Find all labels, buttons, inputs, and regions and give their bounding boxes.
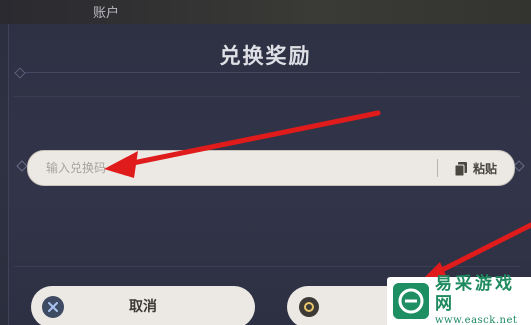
cancel-label: 取消 — [129, 299, 157, 315]
account-tab-label[interactable]: 账户 — [93, 2, 119, 21]
watermark-title: 易采游戏网 — [435, 274, 515, 314]
watermark-logo-icon — [393, 283, 429, 319]
input-divider — [437, 159, 438, 177]
dialog-title: 兑换奖励 — [219, 44, 312, 68]
cancel-button[interactable]: 取消 — [31, 286, 255, 325]
redeem-code-input[interactable] — [46, 151, 446, 185]
content-bottom-line — [14, 266, 520, 267]
clipboard-icon — [454, 161, 467, 177]
watermark-url: www.easck.net — [435, 315, 518, 325]
site-watermark: 易采游戏网 www.easck.net — [387, 274, 531, 325]
game-ui-screen: 账户 兑换奖励 粘贴 取消 — [0, 0, 531, 325]
circle-icon — [299, 297, 319, 317]
paste-label: 粘贴 — [472, 161, 497, 176]
title-divider-line — [14, 72, 520, 73]
redeem-code-input-box[interactable]: 粘贴 — [27, 150, 515, 186]
top-bar: 账户 — [0, 0, 531, 24]
content-top-line — [14, 96, 520, 97]
paste-button[interactable]: 粘贴 — [445, 151, 507, 185]
